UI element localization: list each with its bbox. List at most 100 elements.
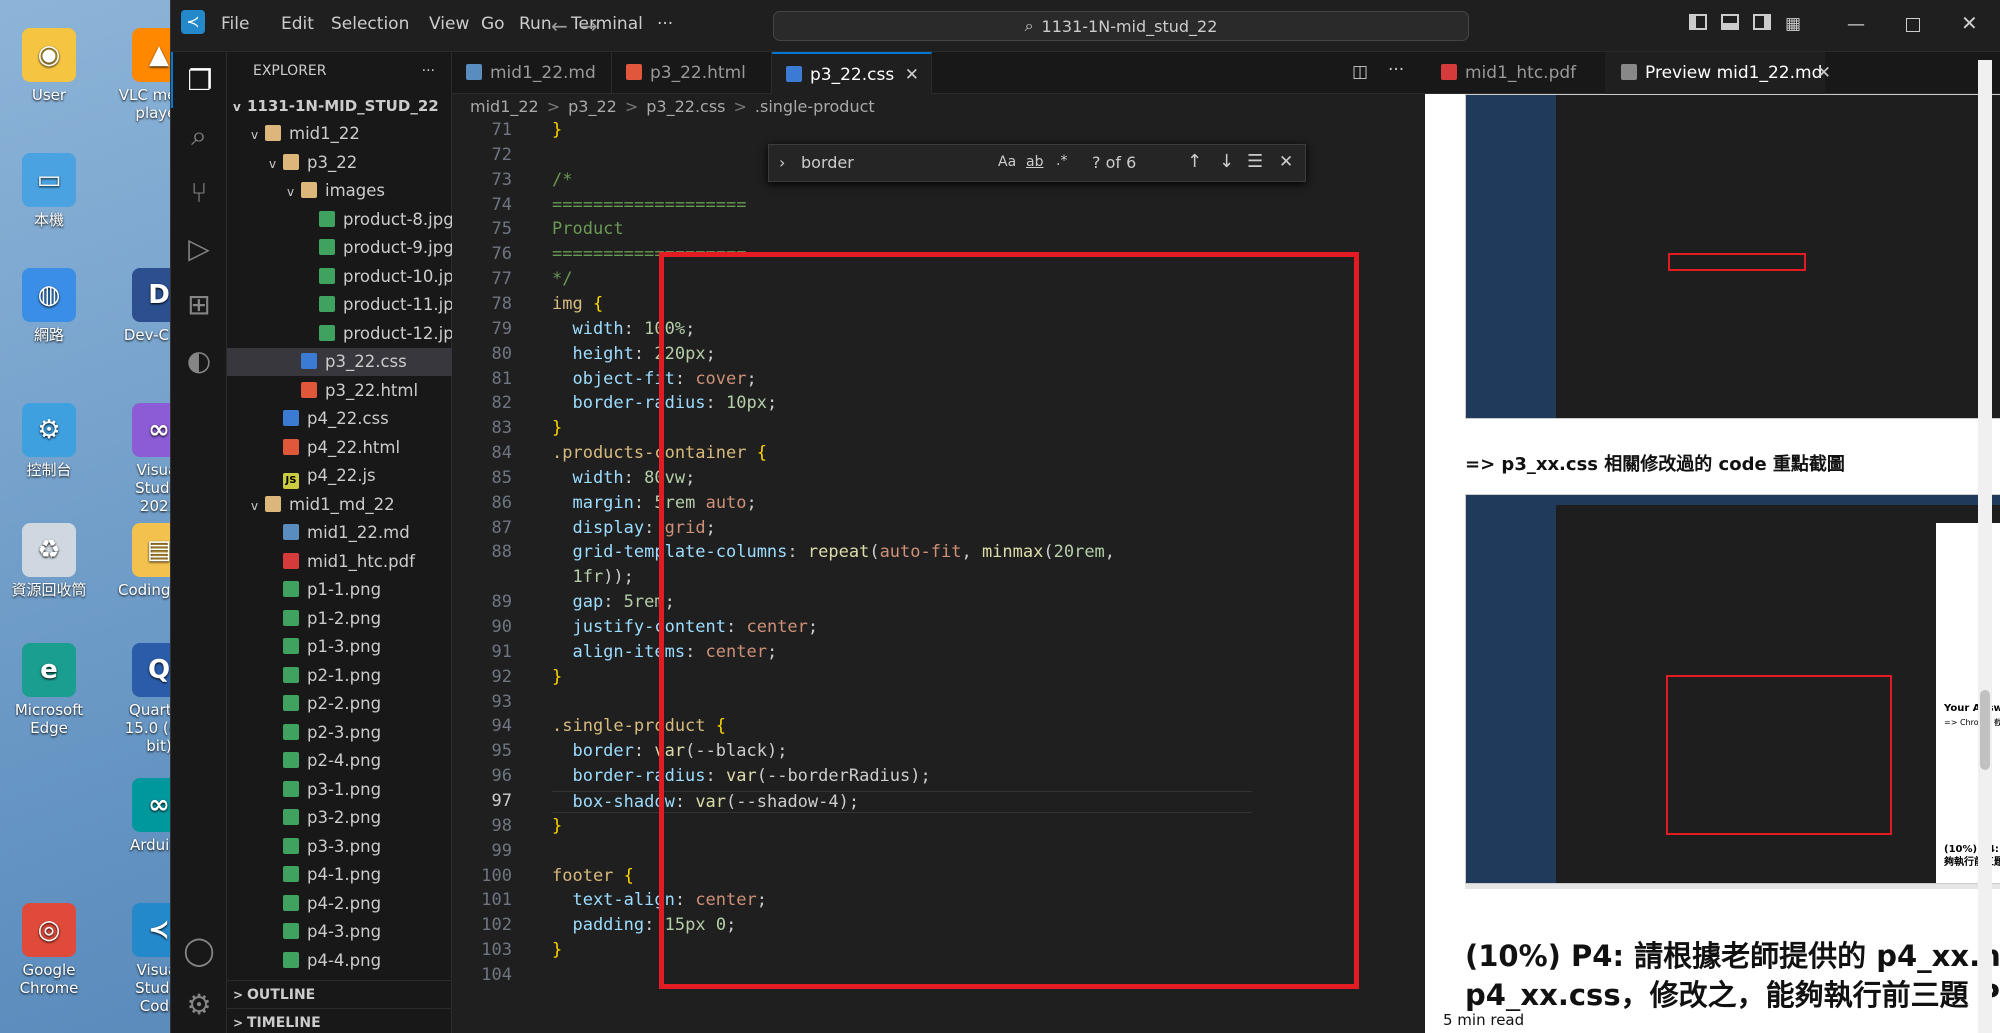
back-arrow-icon[interactable]: ← [551,14,568,38]
code-line[interactable]: */ [552,269,572,289]
file-item[interactable]: p1-1.png [227,576,452,604]
match-whole-word-toggle[interactable]: ab [1026,154,1043,170]
file-item[interactable]: product-8.jpg [227,206,454,234]
scrollbar-thumb[interactable] [1980,690,1990,770]
menu-view[interactable]: View [429,14,481,34]
desktop-icon[interactable]: ◎ Google Chrome [8,903,90,997]
close-tab-icon[interactable]: ✕ [1817,52,1831,94]
find-in-selection-icon[interactable]: ☰ [1247,151,1263,172]
split-editor-icon[interactable]: ◫ [1352,62,1368,82]
code-line[interactable]: } [552,816,562,836]
match-case-toggle[interactable]: Aa [998,154,1016,170]
extensions-icon[interactable]: ⊞ [171,276,227,332]
file-item[interactable]: p3-1.png [227,776,452,804]
code-line[interactable]: /* [552,170,572,190]
code-line[interactable]: footer { [552,866,634,886]
file-item[interactable]: p4_22.css [227,405,452,433]
file-item[interactable]: p2-4.png [227,747,452,775]
desktop-icon[interactable]: e Microsoft Edge [8,643,90,737]
code-line[interactable]: } [552,120,562,140]
code-line[interactable]: Product [552,219,624,239]
folder-item[interactable]: v images [227,177,452,205]
forward-arrow-icon[interactable]: → [581,14,598,38]
desktop-icon[interactable]: ▭ 本機 [8,153,90,229]
file-item[interactable]: product-10.jpg [227,263,464,291]
toggle-replace-icon[interactable]: › [779,153,785,172]
preview-scrollbar[interactable] [1978,60,1992,1033]
remote-icon[interactable]: ◐ [171,332,227,388]
maximize-icon[interactable] [1906,18,1920,32]
code-line[interactable]: } [552,667,562,687]
breadcrumb-item[interactable]: p3_22 [568,97,617,116]
use-regex-toggle[interactable]: .* [1056,153,1067,169]
file-item[interactable]: p4-4.png [227,947,452,975]
folder-item[interactable]: v mid1_md_22 [227,491,452,519]
file-item[interactable]: p3_22.css [227,348,452,376]
file-item[interactable]: JS p4_22.js [227,462,452,490]
toggle-panel-icon[interactable] [1721,14,1739,30]
file-item[interactable]: p3-3.png [227,833,452,861]
folder-item[interactable]: v mid1_22 [227,120,452,148]
file-item[interactable]: p4-1.png [227,861,452,889]
code-line[interactable]: 1fr)); [552,567,633,587]
menu-edit[interactable]: Edit [281,14,331,34]
file-item[interactable]: p4-2.png [227,890,452,918]
settings-gear-icon[interactable]: ⚙ [171,976,227,1032]
code-line[interactable]: img { [552,294,603,314]
previous-match-icon[interactable]: ↑ [1187,151,1202,172]
file-item[interactable]: mid1_22.md [227,519,452,547]
close-find-icon[interactable]: ✕ [1279,152,1293,172]
menu-go[interactable]: Go [481,14,519,34]
tab-preview-md[interactable]: Preview mid1_22.md ✕ [1605,52,1831,94]
code-line[interactable]: gap: 5rem; [552,592,674,612]
tab-p3-html[interactable]: p3_22.html [612,52,772,94]
breadcrumb-item[interactable]: p3_22.css [646,97,725,116]
file-item[interactable]: product-12.jpg [227,320,464,348]
search-view-icon[interactable]: ⌕ [171,108,227,164]
menu-file[interactable]: File [221,14,281,34]
more-actions-icon[interactable]: ··· [422,52,435,90]
toggle-secondary-sidebar-icon[interactable] [1753,14,1771,30]
code-line[interactable]: =================== [552,195,746,215]
toggle-primary-sidebar-icon[interactable] [1689,14,1707,30]
tab-mid1-htc-pdf[interactable]: mid1_htc.pdf [1425,52,1605,94]
file-item[interactable]: p3-2.png [227,804,452,832]
menu-selection[interactable]: Selection [331,14,429,34]
explorer-icon[interactable]: ❐ [171,52,227,108]
next-match-icon[interactable]: ↓ [1219,151,1234,172]
file-item[interactable]: p2-2.png [227,690,452,718]
command-center-search[interactable]: ⌕ 1131-1N-mid_stud_22 [773,11,1469,41]
account-icon[interactable]: ◯ [171,922,227,978]
tab-mid1-md[interactable]: mid1_22.md [452,52,612,94]
desktop-icon[interactable]: ⚙ 控制台 [8,403,90,479]
find-input[interactable]: border [801,153,854,172]
minimize-icon[interactable]: — [1847,14,1865,35]
file-item[interactable]: p1-2.png [227,605,452,633]
file-item[interactable]: p4-3.png [227,918,452,946]
file-item[interactable]: p3_22.html [227,377,452,405]
file-item[interactable]: p2-3.png [227,719,452,747]
timeline-section[interactable]: > TIMELINE [227,1008,452,1033]
tab-p3-css[interactable]: p3_22.css ✕ [772,52,932,94]
desktop-icon[interactable]: ◉ User [8,28,90,104]
breadcrumb-item[interactable]: mid1_22 [470,97,539,116]
file-item[interactable]: p2-1.png [227,662,452,690]
customize-layout-icon[interactable]: ▦ [1785,14,1801,34]
code-line[interactable]: } [552,418,562,438]
source-control-icon[interactable]: ⑂ [171,164,227,220]
close-tab-icon[interactable]: ✕ [905,54,919,96]
outline-section[interactable]: > OUTLINE [227,980,452,1008]
folder-item[interactable]: v p3_22 [227,149,452,177]
file-item[interactable]: product-11.jpg [227,291,464,319]
desktop-icon[interactable]: ◍ 網路 [8,268,90,344]
breadcrumb-item[interactable]: .single-product [755,97,875,116]
close-window-icon[interactable]: ✕ [1961,11,1978,35]
file-item[interactable]: mid1_htc.pdf [227,548,452,576]
more-actions-icon[interactable]: ··· [1388,60,1404,80]
run-debug-icon[interactable]: ▷ [171,220,227,276]
file-item[interactable]: p1-3.png [227,633,452,661]
workspace-root[interactable]: v 1131-1N-MID_STUD_22 [227,92,452,120]
file-item[interactable]: product-9.jpg [227,234,454,262]
code-line[interactable]: } [552,940,562,960]
file-item[interactable]: p4_22.html [227,434,452,462]
